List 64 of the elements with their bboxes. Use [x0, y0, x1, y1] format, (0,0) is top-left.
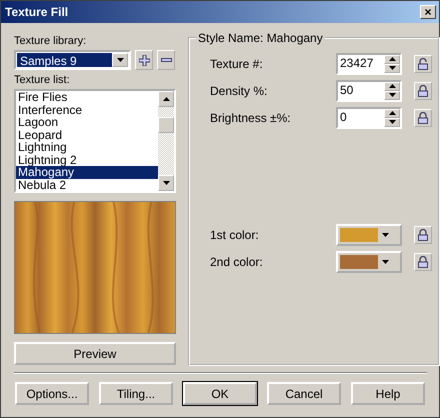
field-label: Texture #:: [210, 56, 264, 70]
lock-button[interactable]: [414, 108, 432, 126]
list-item[interactable]: Mahogany: [16, 166, 158, 178]
list-item[interactable]: Nebula 2: [16, 178, 158, 191]
scroll-down-button[interactable]: [158, 175, 174, 191]
plus-icon: [138, 54, 150, 66]
field-label: 1st color:: [210, 228, 260, 242]
lock-button[interactable]: [414, 252, 432, 270]
padlock-icon: [418, 256, 428, 268]
spin-field[interactable]: 0: [336, 106, 402, 128]
down-arrow-icon: [388, 66, 396, 70]
up-arrow-icon: [388, 84, 396, 88]
padlock-icon: [418, 228, 428, 240]
minus-icon: [160, 58, 172, 62]
field-label: Brightness ±%:: [210, 110, 292, 124]
remove-button[interactable]: [157, 50, 175, 70]
dropdown-value: Samples 9: [17, 53, 112, 67]
caret-icon: [382, 260, 389, 264]
lock-button[interactable]: [414, 54, 432, 72]
scroll-thumb[interactable]: [158, 117, 174, 133]
dialog-button[interactable]: Options...: [15, 382, 89, 405]
padlock-icon: [418, 112, 428, 124]
field-label: Density %:: [210, 84, 268, 98]
caret-icon: [116, 58, 124, 62]
up-arrow-icon: [388, 57, 396, 61]
preview-button[interactable]: Preview: [14, 342, 176, 365]
library-dropdown[interactable]: Samples 9: [14, 50, 131, 70]
dropdown-arrow-button[interactable]: [112, 53, 128, 67]
lock-button[interactable]: [414, 82, 432, 100]
spin-up-button[interactable]: [384, 108, 400, 118]
dialog-button[interactable]: OK: [183, 382, 257, 405]
list-item[interactable]: Interference: [16, 104, 158, 116]
down-arrow-icon: [162, 181, 170, 185]
spin-up-button[interactable]: [384, 82, 400, 90]
open-padlock-icon: [418, 58, 428, 70]
down-arrow-icon: [388, 120, 396, 124]
close-button[interactable]: ×: [420, 5, 436, 19]
list-item[interactable]: Leopard: [16, 128, 158, 141]
dialog-button[interactable]: Cancel: [267, 382, 341, 405]
spin-up-button[interactable]: [384, 54, 400, 64]
dialog-button[interactable]: Tiling...: [99, 382, 173, 405]
color-picker-button[interactable]: [336, 250, 402, 272]
add-button[interactable]: [135, 50, 153, 70]
list-item[interactable]: Lightning: [16, 141, 158, 154]
spin-field[interactable]: 23427: [336, 52, 402, 74]
caret-icon: [382, 232, 389, 236]
window-title: Texture Fill: [5, 5, 68, 19]
up-arrow-icon: [388, 111, 396, 115]
field-label: 2nd color:: [210, 254, 264, 268]
list-item[interactable]: Lightning 2: [16, 154, 158, 166]
field-label: Texture library:: [14, 35, 88, 47]
scrollbar[interactable]: [158, 91, 174, 191]
group-title: Style Name: Mahogany: [197, 31, 324, 45]
list-item[interactable]: Fire Flies: [16, 91, 158, 104]
list-item[interactable]: Lagoon: [16, 116, 158, 128]
scroll-up-button[interactable]: [158, 91, 174, 107]
padlock-icon: [418, 84, 428, 96]
dialog-button[interactable]: Help: [351, 382, 425, 405]
up-arrow-icon: [162, 97, 170, 101]
color-picker-button[interactable]: [336, 224, 402, 246]
field-label: Texture list:: [14, 74, 71, 86]
down-arrow-icon: [388, 93, 396, 97]
lock-button[interactable]: [414, 226, 432, 244]
spin-field[interactable]: 50: [336, 80, 402, 102]
